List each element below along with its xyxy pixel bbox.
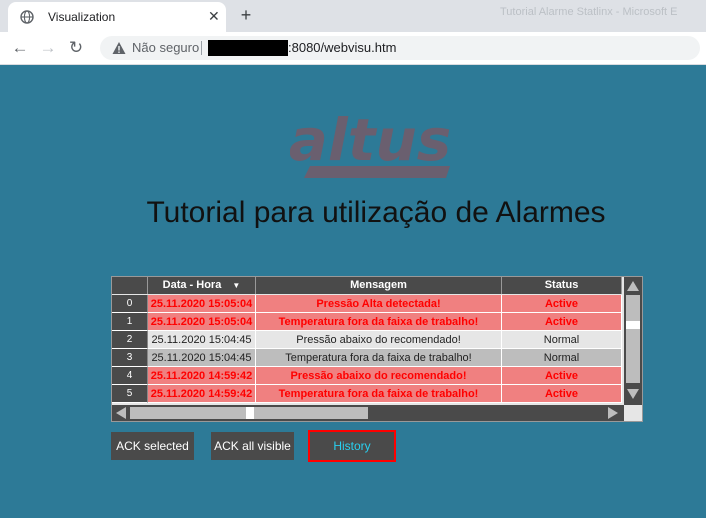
address-bar[interactable]: Não seguro :8080/webvisu.htm [100, 36, 700, 60]
browser-tab[interactable]: Visualization ✕ [8, 2, 226, 32]
table-row[interactable]: 5 25.11.2020 14:59:42 Temperatura fora d… [112, 385, 622, 403]
ack-all-visible-button[interactable]: ACK all visible [211, 432, 294, 460]
header-status[interactable]: Status [502, 277, 622, 294]
sort-down-icon[interactable]: ▼ [232, 281, 240, 290]
row-index: 0 [112, 295, 148, 313]
table-row[interactable]: 1 25.11.2020 15:05:04 Temperatura fora d… [112, 313, 622, 331]
header-datetime-label: Data - Hora [162, 279, 222, 291]
tab-title: Visualization [48, 10, 116, 24]
row-datetime: 25.11.2020 15:04:45 [148, 349, 256, 367]
scroll-left-icon[interactable] [114, 406, 128, 420]
browser-toolbar: ← → ↻ Não seguro :8080/webvisu.htm [0, 32, 706, 65]
svg-text:altus: altus [290, 108, 451, 174]
security-label[interactable]: Não seguro [132, 40, 199, 55]
table-row[interactable]: 3 25.11.2020 15:04:45 Temperatura fora d… [112, 349, 622, 367]
row-status: Active [502, 295, 622, 313]
close-icon[interactable]: ✕ [208, 8, 220, 24]
page-title: Tutorial para utilização de Alarmes [146, 196, 606, 229]
row-datetime: 25.11.2020 15:05:04 [148, 295, 256, 313]
row-index: 3 [112, 349, 148, 367]
horizontal-scrollbar[interactable] [112, 405, 624, 421]
table-row[interactable]: 0 25.11.2020 15:05:04 Pressão Alta detec… [112, 295, 622, 313]
warning-icon [112, 42, 126, 54]
row-status: Normal [502, 349, 622, 367]
row-message: Pressão abaixo do recomendado! [256, 367, 502, 385]
scrollbar-corner [624, 405, 642, 421]
faded-window-title: Tutorial Alarme Statlinx - Microsoft E [500, 6, 678, 18]
horizontal-scroll-thumb[interactable] [246, 407, 254, 419]
row-message: Temperatura fora da faixa de trabalho! [256, 313, 502, 331]
header-datetime[interactable]: Data - Hora ▼ [148, 277, 256, 294]
row-index: 4 [112, 367, 148, 385]
row-status: Active [502, 313, 622, 331]
row-message: Pressão Alta detectada! [256, 295, 502, 313]
back-icon[interactable]: ← [10, 38, 30, 58]
row-message: Pressão abaixo do recomendado! [256, 331, 502, 349]
ack-selected-button[interactable]: ACK selected [111, 432, 194, 460]
row-index: 5 [112, 385, 148, 403]
scroll-up-icon[interactable] [626, 279, 640, 293]
redacted-host [208, 40, 288, 56]
table-row[interactable]: 4 25.11.2020 14:59:42 Pressão abaixo do … [112, 367, 622, 385]
url-text[interactable]: :8080/webvisu.htm [288, 40, 396, 55]
forward-icon[interactable]: → [38, 38, 58, 58]
row-datetime: 25.11.2020 15:05:04 [148, 313, 256, 331]
vertical-scroll-track[interactable] [626, 295, 640, 383]
scroll-right-icon[interactable] [606, 406, 620, 420]
separator [201, 41, 202, 55]
row-datetime: 25.11.2020 15:04:45 [148, 331, 256, 349]
row-message: Temperatura fora da faixa de trabalho! [256, 349, 502, 367]
vertical-scrollbar[interactable] [624, 277, 642, 405]
row-status: Normal [502, 331, 622, 349]
row-status: Active [502, 367, 622, 385]
history-button[interactable]: History [308, 430, 396, 462]
row-index: 1 [112, 313, 148, 331]
table-row[interactable]: 2 25.11.2020 15:04:45 Pressão abaixo do … [112, 331, 622, 349]
new-tab-button[interactable]: + [236, 5, 256, 25]
row-datetime: 25.11.2020 14:59:42 [148, 385, 256, 403]
reload-icon[interactable]: ↻ [66, 38, 86, 58]
row-status: Active [502, 385, 622, 403]
altus-logo: altus [290, 108, 451, 178]
header-message[interactable]: Mensagem [256, 277, 502, 294]
row-index: 2 [112, 331, 148, 349]
alarm-table[interactable]: Data - Hora ▼ Mensagem Status 0 25.11.20… [111, 276, 643, 422]
row-message: Temperatura fora da faixa de trabalho! [256, 385, 502, 403]
scroll-down-icon[interactable] [626, 387, 640, 401]
browser-tab-bar: Visualization ✕ + Tutorial Alarme Statli… [0, 0, 706, 32]
row-datetime: 25.11.2020 14:59:42 [148, 367, 256, 385]
vertical-scroll-thumb[interactable] [626, 321, 640, 329]
globe-icon [20, 10, 34, 24]
header-index [112, 277, 148, 294]
